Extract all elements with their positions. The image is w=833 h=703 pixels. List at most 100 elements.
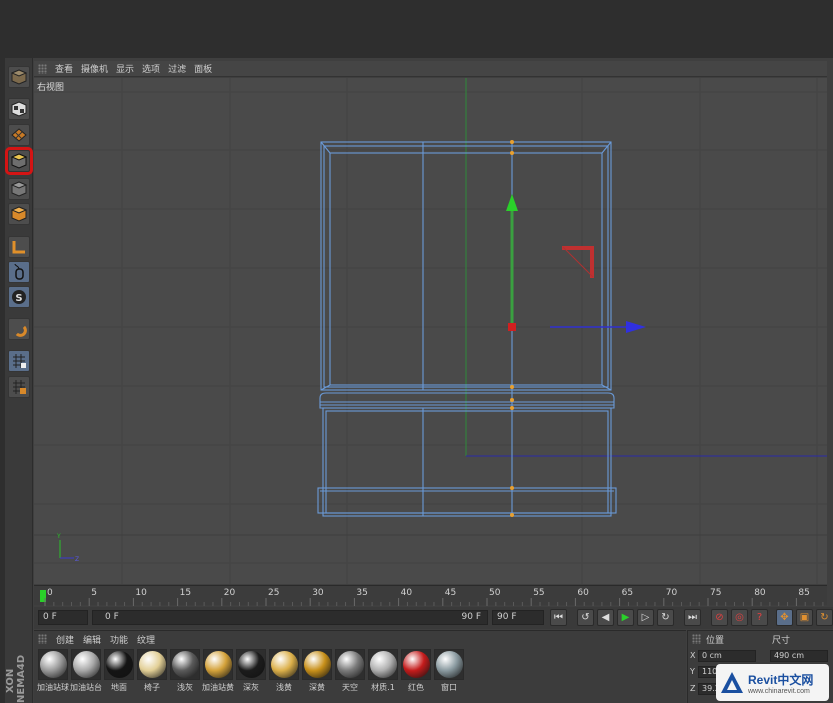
material-sphere — [303, 651, 331, 678]
cube-view-icon[interactable] — [8, 66, 30, 88]
material-item[interactable]: 材质.1 — [368, 649, 398, 693]
material-sphere — [336, 651, 364, 678]
record-icon[interactable]: ⊘ — [711, 609, 728, 626]
material-item[interactable]: 天空 — [335, 649, 365, 693]
material-name: 加油站台 — [70, 683, 102, 692]
timeline-tick-label: 0 — [47, 588, 53, 598]
next-key-icon[interactable]: ↻ — [657, 609, 674, 626]
material-preview[interactable] — [401, 649, 431, 680]
material-item[interactable]: 浅黄 — [269, 649, 299, 693]
help-icon[interactable]: ? — [751, 609, 768, 626]
cube-orange-icon[interactable] — [8, 203, 30, 225]
timeline-ticks — [40, 590, 824, 606]
timeline-ruler[interactable]: 0 5 10 15 20 25 30 35 40 45 50 55 60 65 70 75 80 85 — [34, 585, 827, 606]
material-sphere — [171, 651, 199, 678]
left-toolbar: S XON NEMA4D — [5, 58, 33, 703]
material-sphere — [138, 651, 166, 678]
menu-options[interactable]: 选项 — [142, 62, 160, 75]
material-preview[interactable] — [434, 649, 464, 680]
material-preview[interactable] — [38, 649, 68, 680]
mouse-icon[interactable] — [8, 261, 30, 283]
grip-icon — [38, 63, 47, 74]
menu-camera[interactable]: 摄像机 — [81, 62, 108, 75]
prev-key-icon[interactable]: ↺ — [577, 609, 594, 626]
texture-grid-icon[interactable] — [8, 124, 30, 146]
material-item[interactable]: 加油站台 — [70, 649, 102, 693]
frame-range-slider[interactable]: 0 F 90 F — [92, 610, 488, 625]
material-sphere — [270, 651, 298, 678]
material-preview[interactable] — [104, 649, 134, 680]
menu-filter[interactable]: 过滤 — [168, 62, 186, 75]
cube-grey-icon[interactable] — [8, 178, 30, 200]
material-preview[interactable] — [71, 649, 101, 680]
mat-menu-texture[interactable]: 纹理 — [137, 633, 155, 646]
material-sphere — [72, 651, 100, 678]
scale-key-icon[interactable]: ▣ — [796, 609, 813, 626]
viewport-label: 右视图 — [37, 83, 65, 93]
material-preview[interactable] — [269, 649, 299, 680]
magnet-icon[interactable] — [8, 318, 30, 340]
material-sphere — [369, 651, 397, 678]
watermark-title: Revit中文网 — [748, 672, 814, 687]
auto-key-icon[interactable]: ◎ — [731, 609, 748, 626]
material-item[interactable]: 加油站黄 — [202, 649, 234, 693]
timeline-tick-label: 75 — [710, 588, 722, 598]
prev-frame-icon[interactable]: ◀ — [597, 609, 614, 626]
timeline-tick-label: 45 — [444, 588, 457, 598]
material-item[interactable]: 地面 — [104, 649, 134, 693]
rotate-key-icon[interactable]: ↻ — [816, 609, 833, 626]
grid-lock-icon[interactable] — [8, 350, 30, 372]
material-item[interactable]: 椅子 — [137, 649, 167, 693]
material-preview[interactable] — [368, 649, 398, 680]
material-name: 天空 — [342, 683, 358, 692]
next-frame-icon[interactable]: ▷ — [637, 609, 654, 626]
material-sphere — [105, 651, 133, 678]
svg-text:S: S — [15, 293, 22, 304]
mat-menu-create[interactable]: 创建 — [56, 633, 74, 646]
material-item[interactable]: 窗口 — [434, 649, 464, 693]
go-to-end-icon[interactable]: ⏭ — [684, 609, 701, 626]
material-preview[interactable] — [335, 649, 365, 680]
material-item[interactable]: 红色 — [401, 649, 431, 693]
material-preview[interactable] — [302, 649, 332, 680]
menu-panel[interactable]: 面板 — [194, 62, 212, 75]
material-item[interactable]: 深黄 — [302, 649, 332, 693]
material-sphere — [204, 651, 232, 678]
material-item[interactable]: 加油站球 — [37, 649, 69, 693]
max-frame-field[interactable]: 90 F — [492, 610, 544, 625]
go-to-start-icon[interactable]: ⏮ — [550, 609, 567, 626]
mat-menu-edit[interactable]: 编辑 — [83, 633, 101, 646]
timeline-tick-label: 40 — [400, 588, 413, 598]
x-label: X — [690, 651, 696, 660]
polygon-object-icon[interactable] — [5, 147, 33, 175]
material-item[interactable]: 深灰 — [236, 649, 266, 693]
material-sphere — [237, 651, 265, 678]
play-icon[interactable]: ▶ — [617, 609, 634, 626]
x-size-field[interactable]: 490 cm — [770, 650, 828, 662]
timeline-tick-label: 30 — [312, 588, 324, 598]
snap-s-icon[interactable]: S — [8, 286, 30, 308]
current-frame-field[interactable]: 0 F — [38, 610, 88, 625]
timeline-tick-label: 50 — [489, 588, 501, 598]
x-position-field[interactable]: 0 cm — [698, 650, 756, 662]
menu-display[interactable]: 显示 — [116, 62, 134, 75]
timeline-tick-label: 80 — [754, 588, 766, 598]
material-list: 加油站球 加油站台 地面 椅子 浅灰 加油站黄 深灰 浅黄 深黄 天空 材质.1 红色 窗口 — [37, 649, 464, 693]
material-item[interactable]: 浅灰 — [170, 649, 200, 693]
move-key-icon[interactable]: ✥ — [776, 609, 793, 626]
svg-text:Z: Z — [75, 556, 79, 563]
material-preview[interactable] — [203, 649, 233, 680]
timeline-tick-label: 10 — [135, 588, 147, 598]
material-preview[interactable] — [137, 649, 167, 680]
grid-object-icon[interactable] — [8, 376, 30, 398]
mat-menu-function[interactable]: 功能 — [110, 633, 128, 646]
material-preview[interactable] — [170, 649, 200, 680]
material-name: 浅灰 — [177, 683, 193, 692]
menu-view[interactable]: 查看 — [55, 62, 73, 75]
material-preview[interactable] — [236, 649, 266, 680]
material-name: 深灰 — [243, 683, 259, 692]
axis-icon[interactable] — [8, 236, 30, 258]
checker-cube-icon[interactable] — [8, 98, 30, 120]
right-view-viewport[interactable]: Y Z 右视图 — [34, 78, 827, 584]
z-label: Z — [690, 684, 696, 693]
